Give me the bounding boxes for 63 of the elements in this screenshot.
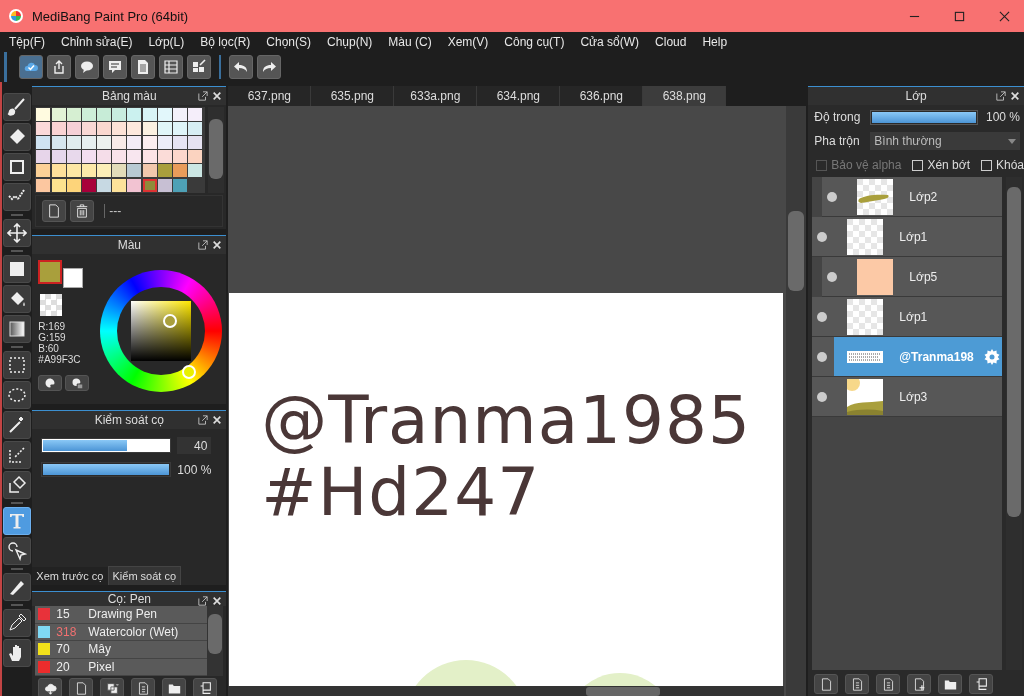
panel-title: Lớp (905, 89, 927, 103)
panel-title: Màu (117, 238, 141, 252)
panel-tab[interactable]: Xem trước cọ (32, 567, 108, 585)
menu-item[interactable]: Bộ lọc(R) (195, 35, 256, 49)
blend-mode-dropdown[interactable]: Bình thường (870, 132, 1020, 150)
brush-size: 318 (56, 624, 78, 639)
layer-name: Lớp2 (909, 189, 938, 204)
document-tab[interactable]: 638.png (643, 86, 727, 106)
brush-name: Drawing Pen (88, 607, 158, 622)
document-tab[interactable]: 633a.png (394, 86, 478, 106)
brush-item[interactable]: 70 Mây (35, 641, 208, 659)
layer-name: Lớp3 (899, 389, 928, 404)
panel-title: Bảng màu (102, 88, 157, 103)
menu-item[interactable]: Xem(V) (442, 35, 494, 49)
document-tab[interactable]: 636.png (560, 86, 644, 106)
menu-item[interactable]: Cloud (650, 35, 692, 49)
layer-row[interactable]: Lớp5 (812, 257, 1003, 297)
palette-name: --- (104, 204, 122, 218)
value-label: 100 % (177, 462, 212, 477)
menu-item[interactable]: Chỉnh sửa(E) (56, 35, 138, 49)
brush-name: Mây (88, 642, 111, 657)
canvas-text: @Tranma1985 (261, 388, 752, 454)
menu-item[interactable]: Chụp(N) (322, 35, 378, 49)
window-title: MediBang Paint Pro (64bit) (32, 8, 189, 24)
color-value: B:60 (38, 343, 60, 354)
menu-item[interactable]: Cửa sổ(W) (575, 35, 645, 49)
layer-name: Lớp1 (899, 309, 928, 324)
layer-row[interactable]: Lớp2 (812, 177, 1003, 217)
panel-title: Cọ: Pen (107, 592, 151, 606)
panel-title: Kiểm soát cọ (94, 413, 165, 427)
menu-item[interactable]: Chọn(S) (261, 35, 316, 49)
brush-name: Watercolor (Wet) (88, 624, 179, 639)
layer-name: @Tranma198 (899, 349, 974, 364)
menu-item[interactable]: Help (697, 35, 733, 49)
brush-size: 70 (56, 642, 71, 657)
menu-item[interactable]: Lớp(L) (143, 35, 190, 49)
menu-item[interactable]: Màu (C) (383, 35, 437, 49)
canvas-text: #Hd247 (261, 460, 541, 526)
layer-row[interactable]: Lớp1 (812, 297, 1003, 337)
brush-size: 15 (56, 607, 71, 622)
blend-label: Pha trộn (814, 134, 861, 148)
option-checkbox[interactable]: Khóa (980, 158, 1024, 172)
option-checkbox[interactable]: Xén bớt (912, 158, 970, 172)
opacity-value: 100 % (985, 110, 1020, 124)
layer-name: Lớp5 (909, 269, 938, 284)
layer-row[interactable]: Lớp3 (812, 377, 1003, 417)
panel-tab[interactable]: Kiểm soát cọ (107, 566, 182, 585)
value-field[interactable]: 40 (177, 437, 212, 454)
brush-name: Pixel (88, 659, 115, 674)
color-value: #A99F3C (38, 354, 82, 365)
document-tab[interactable]: 634.png (477, 86, 561, 106)
brush-size: 20 (56, 659, 71, 674)
color-value: R:169 (38, 321, 67, 332)
canvas-page[interactable]: @Tranma1985 #Hd247 (229, 293, 784, 686)
menu-item[interactable]: Công cụ(T) (499, 35, 570, 49)
document-tab[interactable]: 635.png (311, 86, 395, 106)
layer-name: Lớp1 (899, 229, 928, 244)
brush-item[interactable]: 15 Drawing Pen (35, 606, 208, 624)
menu-item[interactable]: Tệp(F) (4, 35, 50, 49)
opacity-label: Độ trong (814, 110, 862, 124)
document-tab[interactable]: 637.png (228, 86, 312, 106)
layer-row[interactable]: Lớp1 (812, 217, 1003, 257)
color-value: G:159 (38, 332, 67, 343)
